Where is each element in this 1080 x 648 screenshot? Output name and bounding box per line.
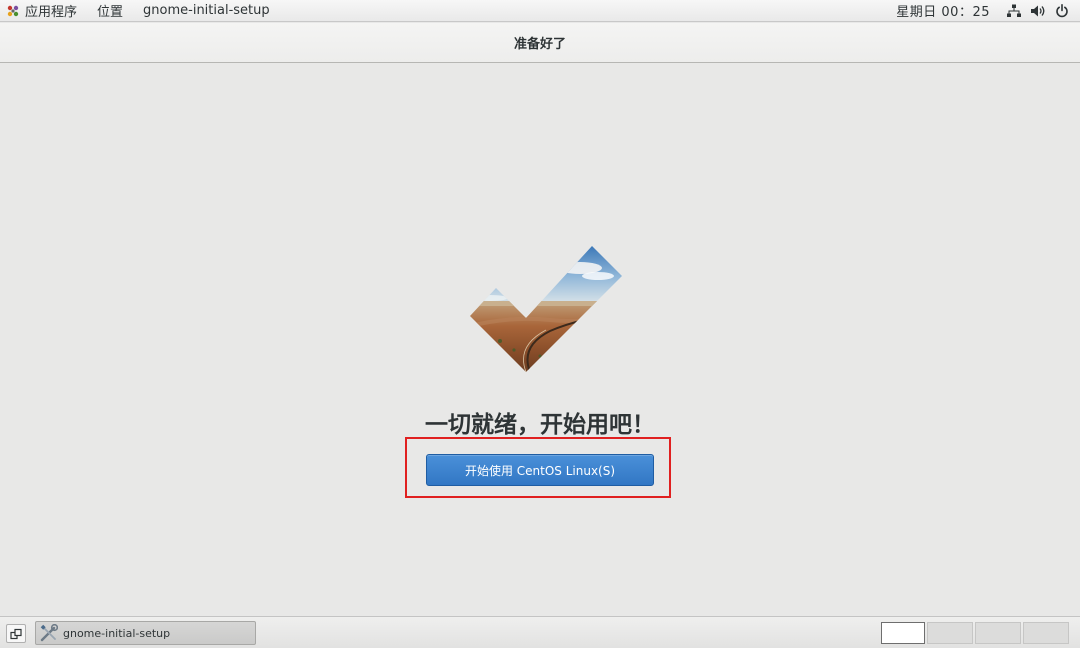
workspace-2[interactable] <box>927 622 973 644</box>
taskbar-window-button[interactable]: gnome-initial-setup <box>35 621 256 645</box>
main-content: 一切就绪，开始用吧！ 开始使用 CentOS Linux(S) <box>0 64 1080 616</box>
workspace-3[interactable] <box>975 622 1021 644</box>
applications-menu[interactable]: 应用程序 <box>0 0 87 21</box>
checkmark-image <box>470 246 622 372</box>
page-title: 准备好了 <box>513 37 566 52</box>
taskbar-window-label: gnome-initial-setup <box>63 626 171 640</box>
volume-icon[interactable] <box>1030 3 1046 19</box>
applications-icon <box>6 4 20 18</box>
top-panel-left: 应用程序 位置 gnome-initial-setup <box>0 0 280 21</box>
ready-heading: 一切就绪，开始用吧！ <box>425 412 655 438</box>
workspace-4[interactable] <box>1023 622 1069 644</box>
clock[interactable]: 星期日 00：25 <box>884 1 1002 20</box>
workspace-1[interactable] <box>881 622 925 644</box>
applications-label: 应用程序 <box>25 5 78 20</box>
places-label: 位置 <box>97 5 124 20</box>
bottom-panel: gnome-initial-setup <box>0 616 1080 648</box>
workspace-switcher <box>881 622 1069 644</box>
setup-tools-icon <box>40 624 58 642</box>
window-menu-label: gnome-initial-setup <box>143 3 270 18</box>
start-using-button[interactable]: 开始使用 CentOS Linux(S) <box>426 454 654 486</box>
network-icon[interactable] <box>1006 3 1022 19</box>
top-panel: 应用程序 位置 gnome-initial-setup 星期日 00：25 <box>0 0 1080 22</box>
window-menu[interactable]: gnome-initial-setup <box>133 0 280 21</box>
places-menu[interactable]: 位置 <box>87 0 133 21</box>
top-panel-right: 星期日 00：25 <box>884 0 1080 21</box>
show-desktop-button[interactable] <box>6 624 26 643</box>
power-icon[interactable] <box>1054 3 1070 19</box>
show-desktop-icon <box>10 628 22 639</box>
header-bar: 准备好了 <box>0 23 1080 63</box>
